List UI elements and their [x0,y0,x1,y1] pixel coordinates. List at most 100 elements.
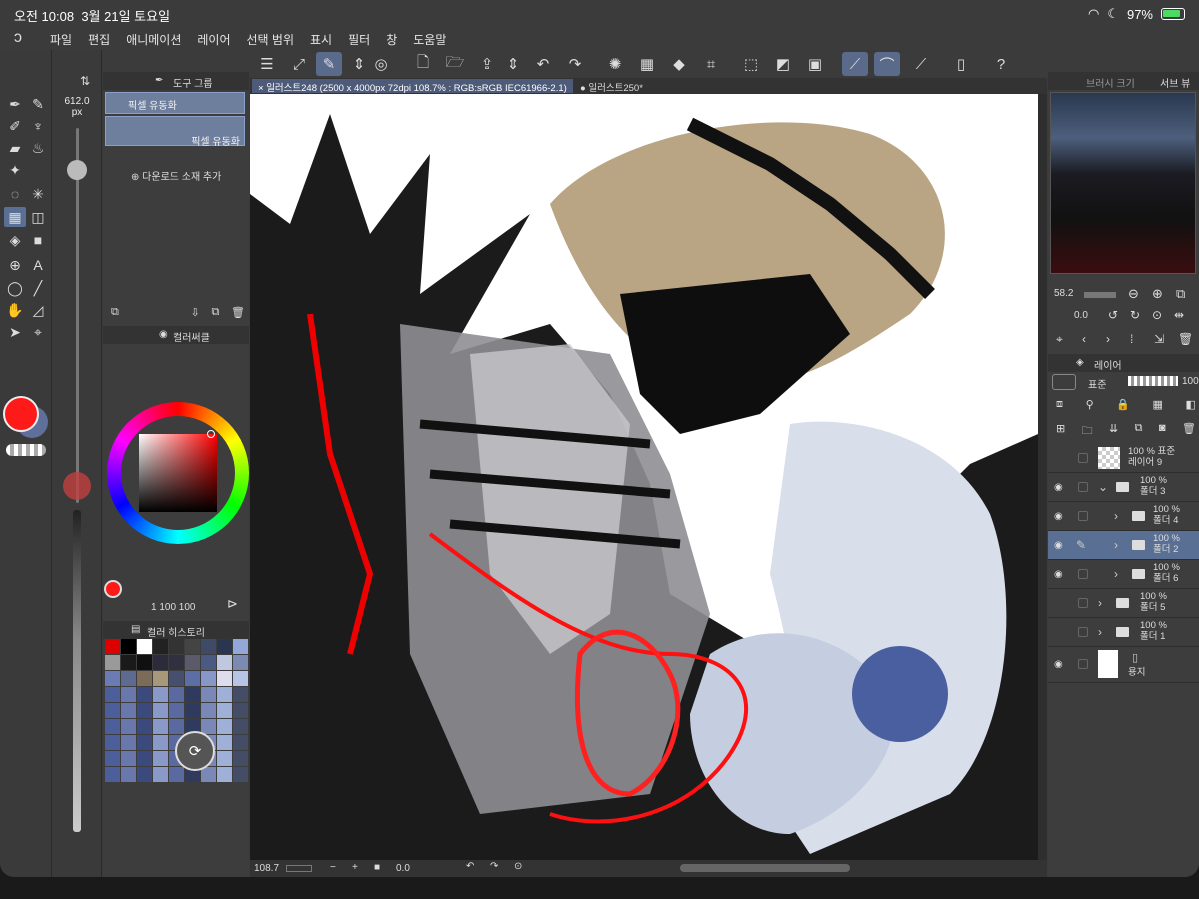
balloon-icon[interactable]: ◯ [4,278,26,298]
ruler-icon[interactable]: ◿ [27,300,49,320]
color-swatch[interactable] [153,751,168,766]
layer-row[interactable]: ◉ › 100 % 폴더 6 [1048,560,1199,589]
color-swatch[interactable] [169,639,184,654]
menu-animation[interactable]: 애니메이션 [118,31,189,48]
color-swatch[interactable] [201,671,216,686]
nav-zoom-in-icon[interactable]: ⊕ [1152,286,1163,302]
visibility-checkbox[interactable] [1078,453,1088,463]
new-folder-icon[interactable]: 🗀 [1082,422,1093,441]
mask-enable-icon[interactable]: ◧ [1186,398,1196,411]
tab-brush-size[interactable]: 브러시 크기 [1086,75,1135,90]
gradient-icon[interactable]: ■ [27,230,49,250]
rotate-left-icon[interactable]: ↶ [466,861,474,872]
eye-icon[interactable]: ◉ [1054,659,1063,670]
color-swatch[interactable] [233,687,248,702]
selection-icon[interactable]: ▣ [802,52,828,76]
line-icon[interactable]: ╱ [27,278,49,298]
color-swatch[interactable] [233,767,248,782]
menu-layer[interactable]: 레이어 [189,31,238,48]
color-swatch[interactable] [137,735,152,750]
color-swatch[interactable] [169,767,184,782]
duplicate-icon[interactable]: ⧉ [211,306,219,319]
layer-opacity-value[interactable]: 100 [1182,376,1199,387]
navigator-thumbnail[interactable] [1050,92,1196,274]
color-swatch[interactable] [105,751,120,766]
fit-screen-icon[interactable]: ⤢ [286,52,312,76]
color-swatch[interactable] [153,639,168,654]
color-swatch[interactable] [217,719,232,734]
color-swatch[interactable] [217,735,232,750]
nav-angle-value[interactable]: 0.0 [1074,310,1088,321]
color-swatch[interactable] [105,719,120,734]
color-swatch[interactable] [201,767,216,782]
deselect-icon[interactable]: ⬚ [738,52,764,76]
eraser-icon[interactable]: ▰ [4,138,26,158]
color-swatch[interactable] [217,639,232,654]
zoom-in-icon[interactable]: + [352,862,358,873]
sv-cursor[interactable] [207,430,215,438]
swirl-icon[interactable]: ◎ [368,52,394,76]
layer-row-selected[interactable]: ◉ ✎ › 100 % 폴더 2 [1048,531,1199,560]
new-layer-icon[interactable]: ⊞ [1056,422,1065,441]
nav-zoom-slider[interactable] [1084,292,1116,298]
save-icon[interactable]: ⇪ [474,52,500,76]
clear-icon[interactable]: ▦ [634,52,660,76]
mask-icon[interactable]: ◙ [1159,422,1166,441]
color-swatch[interactable] [233,655,248,670]
menu-file[interactable]: 파일 [42,31,80,48]
menu-view[interactable]: 표시 [302,31,340,48]
stepper-icon[interactable]: ⇕ [500,52,526,76]
layers-tab-icon[interactable]: ◈ [1076,357,1084,368]
expand-icon[interactable]: › [1098,596,1102,610]
color-swatch[interactable] [201,703,216,718]
color-swatch[interactable] [185,703,200,718]
visibility-checkbox[interactable] [1078,659,1088,669]
nav-eyedropper-icon[interactable]: ⌖ [1056,332,1063,347]
color-swatch[interactable] [233,719,248,734]
decoration-icon[interactable]: ✦ [4,160,26,180]
color-swatch[interactable] [105,735,120,750]
color-swatch[interactable] [217,767,232,782]
color-swatch[interactable] [137,767,152,782]
menu-edit[interactable]: 편집 [80,31,118,48]
color-swatch[interactable] [121,751,136,766]
zoom-out-icon[interactable]: − [330,862,336,873]
move-layer-icon[interactable]: ⊕ [4,255,26,275]
color-swatch[interactable] [137,719,152,734]
layer-row[interactable]: ◉ › 100 % 폴더 4 [1048,502,1199,531]
layer-row[interactable]: 100 % 표준 레이어 9 [1048,444,1199,473]
eyedropper-icon[interactable]: ⌖ [27,322,49,342]
nav-next-icon[interactable]: › [1106,332,1110,346]
color-swatch[interactable] [169,703,184,718]
magic-wand-icon[interactable]: ✳ [27,184,49,204]
fill-icon[interactable]: ◆ [666,52,692,76]
grid-snap-icon[interactable]: ⟋ [908,52,934,76]
airbrush-icon[interactable]: ♆ [27,116,49,136]
color-swatch[interactable] [217,671,232,686]
merge-icon[interactable]: ⇊ [1109,422,1118,441]
brush-icon[interactable]: ✐ [4,116,26,136]
play-circle-icon[interactable]: ⊳ [227,596,238,612]
nav-prev-icon[interactable]: ‹ [1082,332,1086,346]
visibility-checkbox[interactable] [1078,598,1088,608]
color-swatch[interactable] [217,687,232,702]
color-swatch[interactable] [121,767,136,782]
expand-icon[interactable]: › [1114,538,1118,552]
color-swatch[interactable] [185,671,200,686]
visibility-checkbox[interactable] [1078,511,1088,521]
color-swatch[interactable] [201,687,216,702]
nav-zoom-out-icon[interactable]: ⊖ [1128,286,1139,302]
color-swatch[interactable] [137,655,152,670]
ruler-snap-icon[interactable]: ⟋ [842,52,868,76]
fill-bucket-icon[interactable]: ◈ [4,230,26,250]
layer-row[interactable]: ◉ ⌄ 100 % 폴더 3 [1048,473,1199,502]
clip-icon[interactable]: ⧈ [1056,398,1063,411]
frame-icon[interactable]: ◫ [27,207,49,227]
layer-mode-select[interactable] [1052,374,1076,390]
eye-icon[interactable]: ◉ [1054,540,1063,551]
visibility-checkbox[interactable] [1078,569,1088,579]
color-swatch[interactable] [233,671,248,686]
color-swatch[interactable] [137,751,152,766]
color-swatch[interactable] [169,719,184,734]
color-swatch[interactable] [121,703,136,718]
